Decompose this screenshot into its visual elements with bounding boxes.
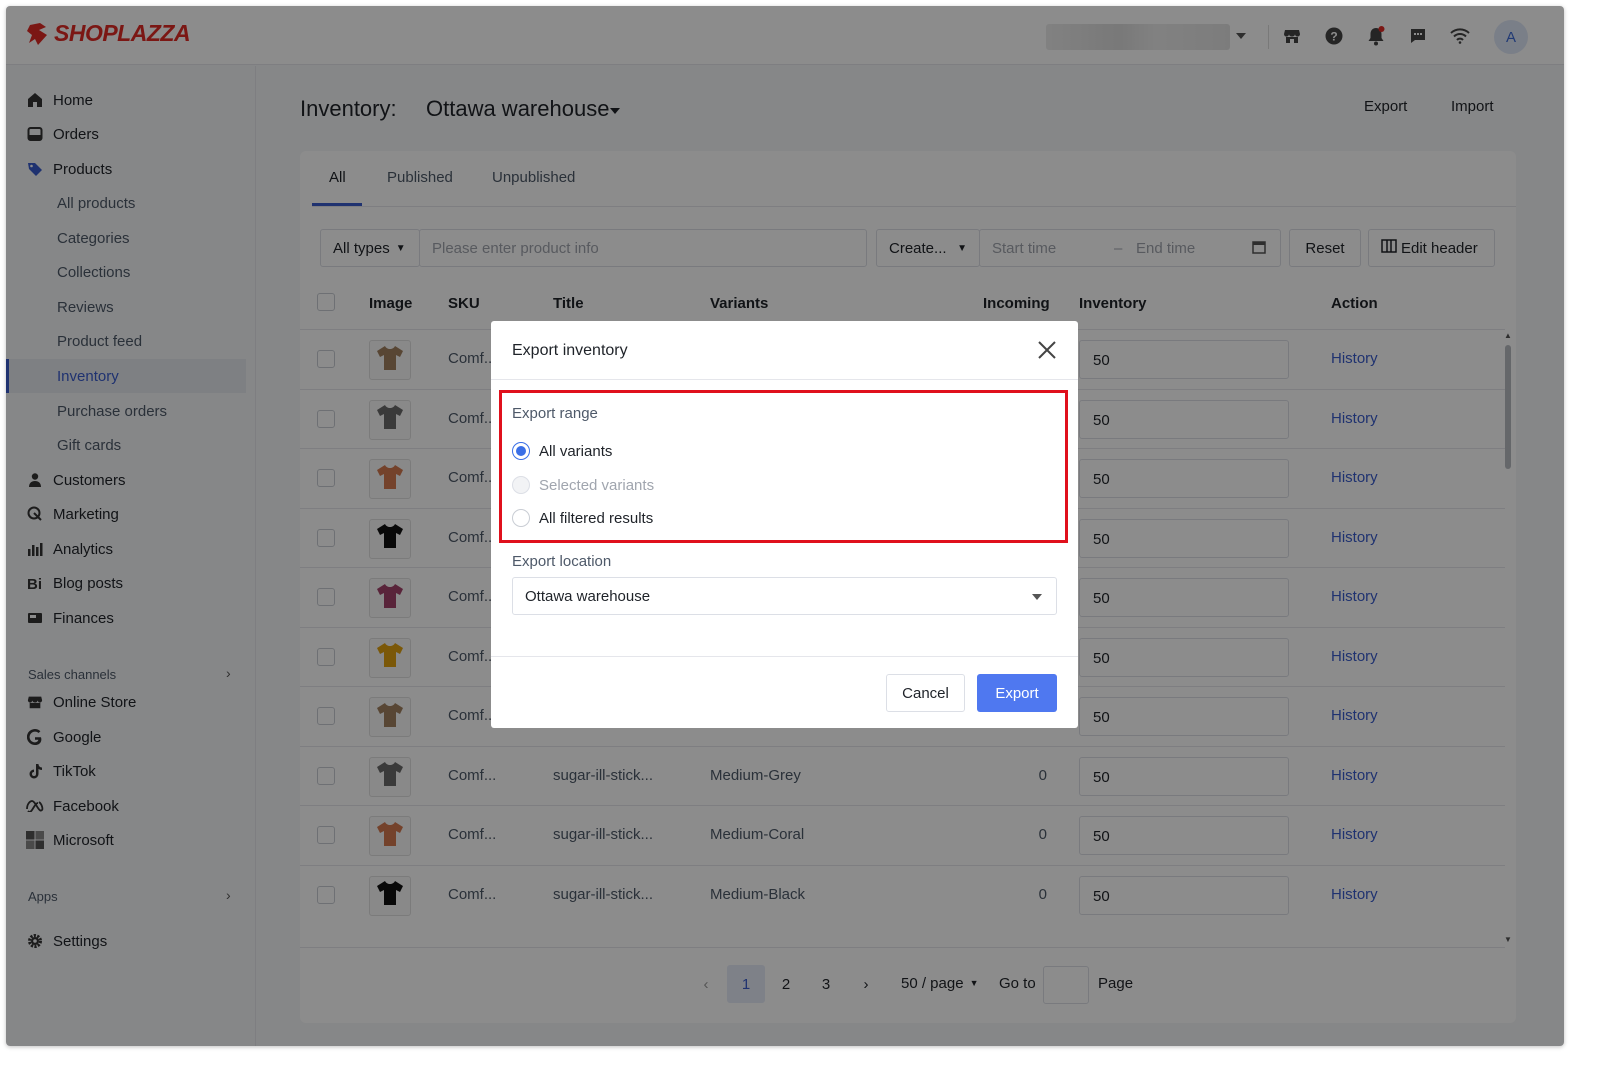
divider — [491, 379, 1078, 380]
caret-down-icon — [1032, 594, 1042, 600]
radio-label-all-filtered-results[interactable]: All filtered results — [539, 510, 653, 527]
export-location-value: Ottawa warehouse — [525, 588, 651, 605]
app-window: SHOPLAZZA ? A Home Orders Products All p… — [6, 6, 1564, 1046]
divider — [491, 656, 1078, 657]
export-location-select[interactable]: Ottawa warehouse — [512, 577, 1057, 615]
export-range-label: Export range — [512, 405, 598, 422]
radio-all-variants[interactable] — [512, 442, 530, 460]
dialog-title: Export inventory — [512, 342, 628, 359]
radio-label-all-variants[interactable]: All variants — [539, 443, 612, 460]
radio-selected-variants[interactable] — [512, 476, 530, 494]
export-confirm-button[interactable]: Export — [977, 674, 1057, 712]
cancel-button[interactable]: Cancel — [886, 674, 965, 712]
radio-all-filtered-results[interactable] — [512, 509, 530, 527]
export-inventory-dialog: Export inventory Export range All varian… — [491, 321, 1078, 728]
radio-label-selected-variants[interactable]: Selected variants — [539, 477, 654, 494]
export-location-label: Export location — [512, 553, 612, 570]
close-icon[interactable] — [1036, 339, 1058, 361]
